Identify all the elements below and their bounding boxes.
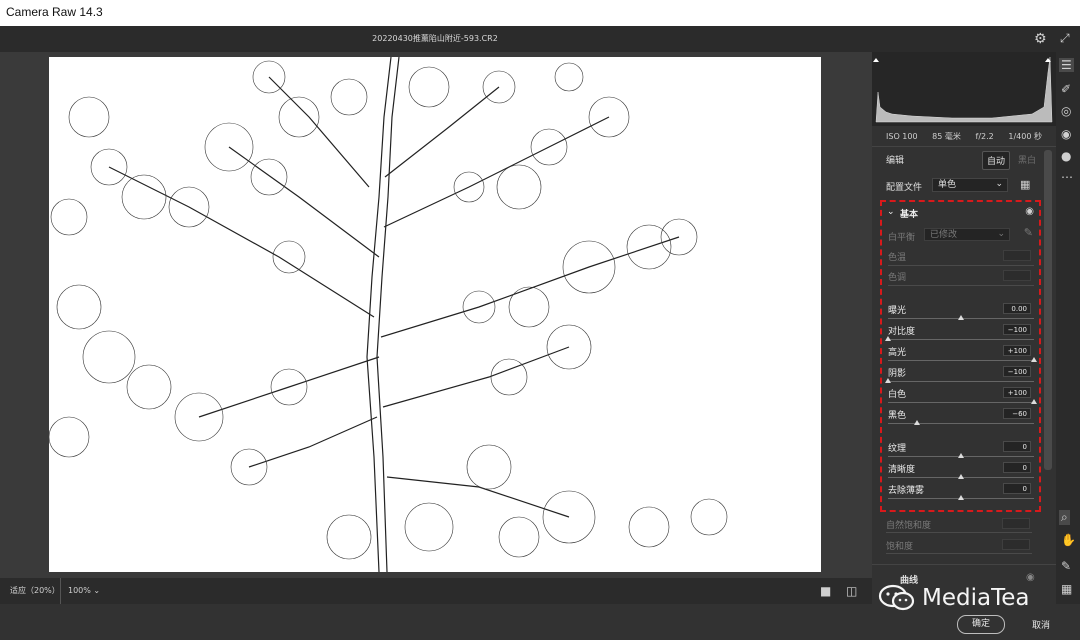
- slider-label: 纹理: [888, 444, 907, 454]
- chevron-down-icon: ⌄: [93, 586, 101, 595]
- histogram: [872, 52, 1056, 126]
- white-balance-label: 白平衡: [888, 233, 916, 243]
- profile-browser-icon[interactable]: ▦: [1020, 178, 1030, 191]
- slider-value-field[interactable]: −100: [1003, 366, 1031, 377]
- slider-track[interactable]: [888, 402, 1034, 403]
- presets-icon[interactable]: ●: [1061, 149, 1071, 163]
- profile-label: 配置文件: [886, 183, 923, 193]
- basic-section-title[interactable]: 基本: [900, 207, 918, 220]
- slider-thumb[interactable]: [958, 474, 964, 479]
- slider-value-field[interactable]: 0: [1003, 483, 1031, 494]
- slider-thumb[interactable]: [958, 453, 964, 458]
- slider-thumb[interactable]: [914, 420, 921, 425]
- basic-section: ⌄ 基本 ◉ 白平衡 已修改 ⌄ ✎ 色温 色调 曝光 0.00 对比度 −100 高光…: [880, 200, 1041, 512]
- zoom-select[interactable]: 100% ⌄: [60, 578, 102, 604]
- slider-label: 清晰度: [888, 465, 916, 475]
- collapse-chevron-icon[interactable]: ⌄: [887, 207, 895, 217]
- tint-slider[interactable]: [888, 285, 1034, 286]
- red-eye-icon[interactable]: ◉: [1061, 127, 1071, 141]
- slider-label: 高光: [888, 348, 907, 358]
- slider-thumb[interactable]: [1031, 399, 1037, 404]
- camera-info: ISO 100 85 毫米 f/2.2 1/400 秒: [872, 126, 1056, 146]
- view-bottom-bar: 适应（20%） 100% ⌄ ■ ◫: [0, 578, 872, 604]
- slider-label: 曝光: [888, 306, 907, 316]
- zoom-level: 100%: [68, 586, 91, 595]
- slider-value-field[interactable]: −60: [1003, 408, 1031, 419]
- profile-value: 单色: [938, 180, 957, 190]
- slider-value-field[interactable]: −100: [1003, 324, 1031, 335]
- temp-value-field[interactable]: [1003, 250, 1031, 261]
- slider-value-field[interactable]: 0.00: [1003, 303, 1031, 314]
- slider-thumb[interactable]: [1031, 357, 1037, 362]
- masking-icon[interactable]: ◎: [1061, 104, 1071, 118]
- fullscreen-icon[interactable]: ⤢: [1060, 31, 1070, 46]
- edit-title: 编辑: [886, 156, 905, 166]
- slider-track[interactable]: [888, 423, 1034, 424]
- single-view-icon[interactable]: ■: [820, 584, 831, 598]
- white-balance-dropdown[interactable]: 已修改 ⌄: [924, 228, 1010, 241]
- saturation-value-field[interactable]: [1002, 539, 1030, 550]
- file-name: 20220430推薰陷山附近-593.CR2: [372, 34, 498, 43]
- vibrance-value-field[interactable]: [1002, 518, 1030, 529]
- aperture-value: f/2.2: [975, 131, 994, 141]
- vibrance-label: 自然饱和度: [886, 521, 932, 531]
- eyedropper-icon[interactable]: ✎: [1024, 226, 1033, 239]
- slider-label: 黑色: [888, 411, 907, 421]
- white-balance-value: 已修改: [930, 230, 958, 240]
- tint-label: 色调: [888, 273, 907, 283]
- saturation-label: 饱和度: [886, 542, 914, 552]
- profile-dropdown[interactable]: 单色 ⌄: [932, 178, 1008, 192]
- slider-thumb[interactable]: [885, 378, 891, 383]
- more-options-icon[interactable]: ⋯: [1061, 170, 1073, 184]
- iso-value: ISO 100: [886, 131, 918, 141]
- slider-label: 对比度: [888, 327, 916, 337]
- watermark-text: MediaTea: [922, 585, 1030, 611]
- slider-track[interactable]: [888, 360, 1034, 361]
- slider-thumb[interactable]: [885, 336, 891, 341]
- divider: [872, 146, 1056, 147]
- auto-button[interactable]: 自动: [982, 151, 1011, 170]
- shutter-value: 1/400 秒: [1008, 131, 1042, 141]
- tool-strip: ☰ ✐ ◎ ◉ ● ⋯ ⌕ ✋ ✎ ▦: [1056, 52, 1080, 604]
- chevron-down-icon: ⌄: [997, 229, 1005, 239]
- gear-icon[interactable]: ⚙: [1034, 31, 1047, 47]
- divider: [872, 564, 1056, 565]
- tint-value-field[interactable]: [1003, 270, 1031, 281]
- zoom-tool-icon[interactable]: ⌕: [1059, 510, 1070, 525]
- watermark: MediaTea: [878, 578, 1078, 618]
- slider-value-field[interactable]: 0: [1003, 462, 1031, 473]
- edit-sliders-icon[interactable]: ☰: [1059, 58, 1074, 72]
- slider-thumb[interactable]: [958, 315, 964, 320]
- window-titlebar: Camera Raw 14.3: [0, 0, 1080, 26]
- cancel-button[interactable]: 取消: [1032, 618, 1050, 631]
- slider-value-field[interactable]: +100: [1003, 387, 1031, 398]
- hand-tool-icon[interactable]: ✋: [1061, 533, 1076, 547]
- image-canvas: [0, 52, 872, 578]
- chevron-down-icon: ⌄: [995, 179, 1003, 189]
- white-balance-tool-icon[interactable]: ✎: [1061, 559, 1071, 573]
- edit-panel: ISO 100 85 毫米 f/2.2 1/400 秒 编辑 自动 黑白 配置文…: [872, 52, 1056, 604]
- vibrance-slider[interactable]: [886, 532, 1032, 533]
- healing-brush-icon[interactable]: ✐: [1061, 82, 1071, 96]
- slider-track[interactable]: [888, 381, 1034, 382]
- slider-label: 去除薄雾: [888, 486, 925, 496]
- zoom-fit-button[interactable]: 适应（20%）: [10, 585, 60, 596]
- temp-label: 色温: [888, 253, 907, 263]
- panel-scrollbar[interactable]: [1044, 150, 1052, 470]
- slider-label: 白色: [888, 390, 907, 400]
- chat-bubble-logo: [878, 584, 915, 611]
- compare-view-icon[interactable]: ◫: [846, 584, 857, 598]
- top-bar: 20220430推薰陷山附近-593.CR2 ⚙ ⤢: [0, 26, 1080, 52]
- focal-length-value: 85 毫米: [932, 131, 961, 141]
- temp-slider[interactable]: [888, 265, 1034, 266]
- black-white-button[interactable]: 黑白: [1014, 151, 1040, 168]
- photo-preview[interactable]: [49, 57, 821, 572]
- slider-thumb[interactable]: [958, 495, 964, 500]
- visibility-eye-icon[interactable]: ◉: [1025, 206, 1034, 217]
- slider-value-field[interactable]: 0: [1003, 441, 1031, 452]
- saturation-slider[interactable]: [886, 553, 1032, 554]
- slider-track[interactable]: [888, 339, 1034, 340]
- window-title: Camera Raw 14.3: [6, 5, 103, 19]
- slider-value-field[interactable]: +100: [1003, 345, 1031, 356]
